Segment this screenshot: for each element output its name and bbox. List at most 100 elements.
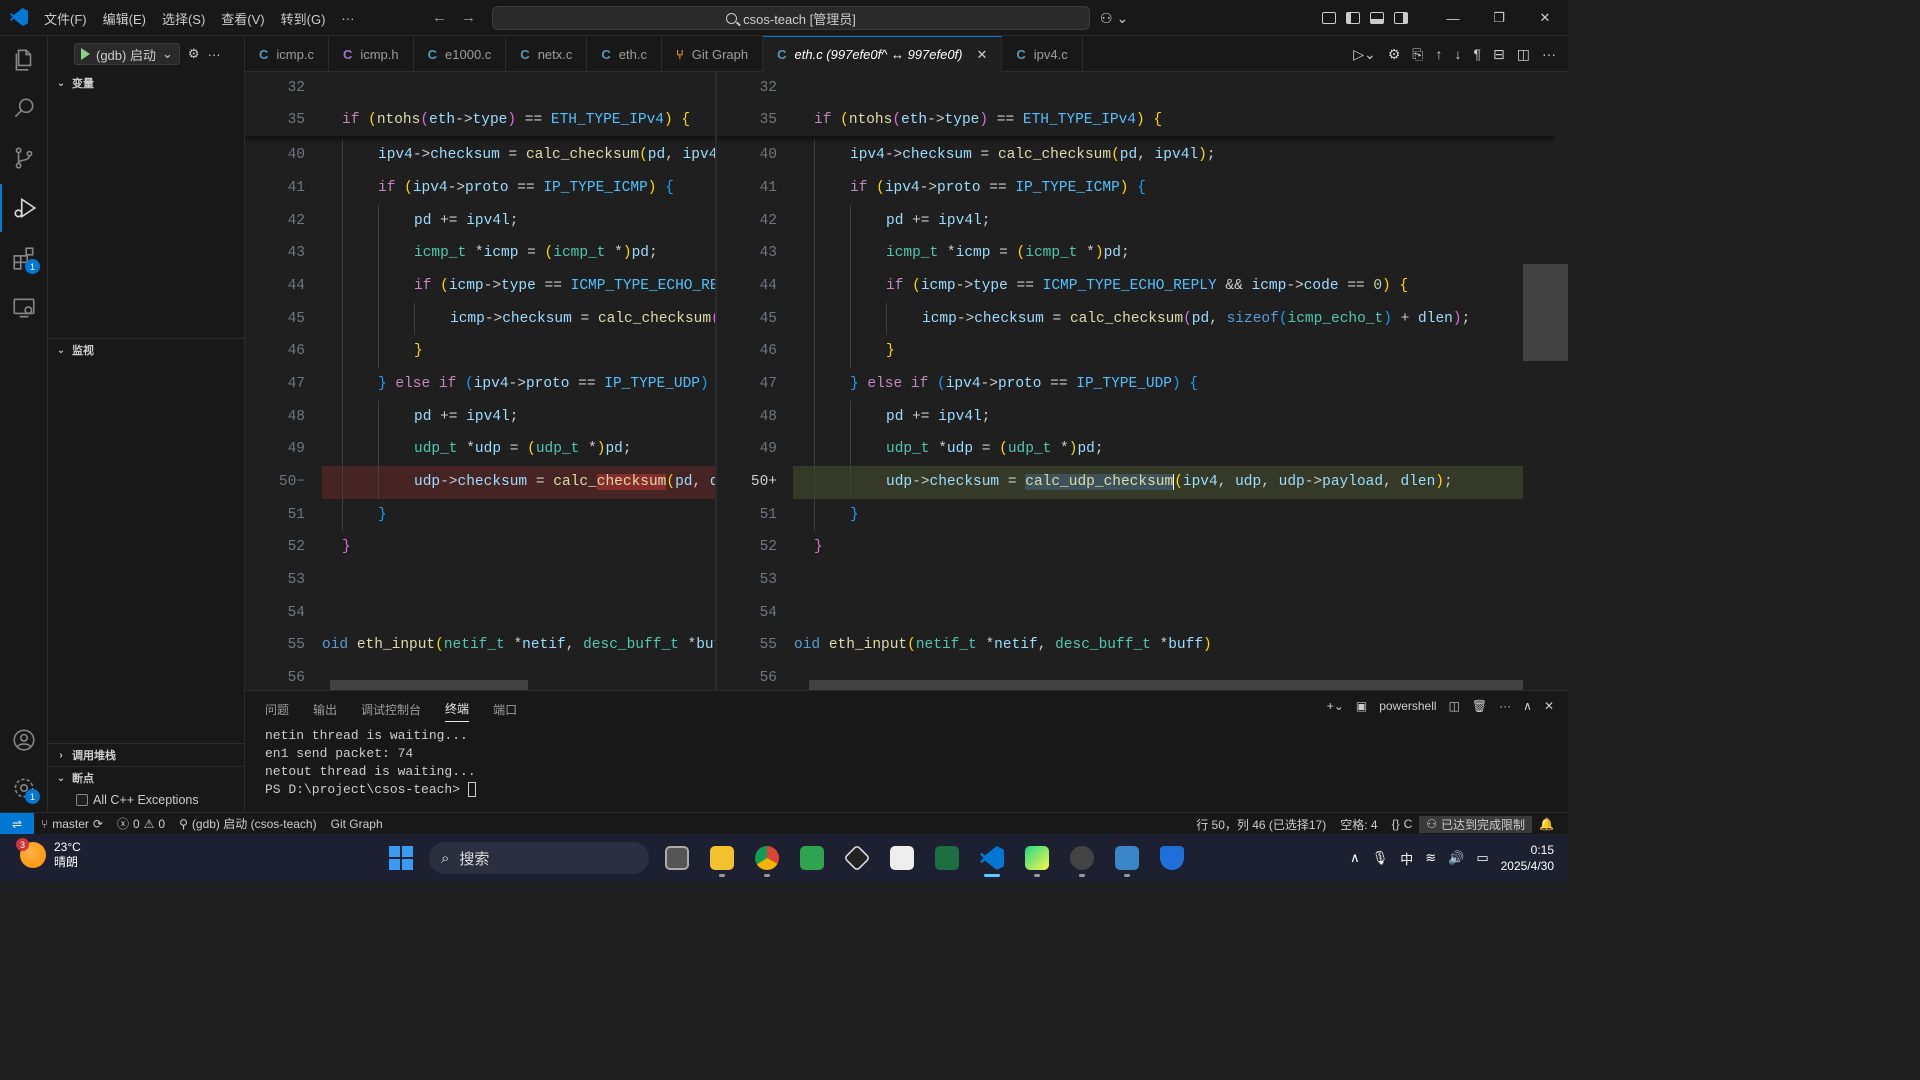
- close-window-icon[interactable]: ✕: [1522, 10, 1568, 26]
- variables-header[interactable]: ⌄ 变量: [48, 72, 245, 94]
- close-panel-icon[interactable]: ✕: [1544, 699, 1554, 713]
- volume-icon[interactable]: 🔊: [1448, 850, 1464, 866]
- microphone-icon[interactable]: 🎙: [1372, 850, 1389, 866]
- horizontal-scrollbar[interactable]: [330, 680, 528, 690]
- menu-edit[interactable]: 编辑(E): [95, 9, 154, 28]
- tab-git-graph[interactable]: ⑂ Git Graph: [662, 36, 764, 72]
- excel-icon[interactable]: [930, 838, 964, 878]
- new-terminal-icon[interactable]: +⌄: [1327, 699, 1344, 713]
- remote-explorer-icon[interactable]: [0, 284, 48, 332]
- indentation[interactable]: 空格: 4: [1333, 816, 1384, 833]
- toggle-sidebar-icon[interactable]: [1346, 12, 1360, 24]
- git-graph-status[interactable]: Git Graph: [324, 817, 390, 831]
- extensions-icon[interactable]: 1: [0, 234, 48, 282]
- pycharm-icon[interactable]: [1020, 838, 1054, 878]
- branch-status[interactable]: ⑂ master ⟳: [34, 817, 110, 831]
- minimize-icon[interactable]: —: [1430, 11, 1476, 26]
- diff-editor[interactable]: 35 if (ntohs(eth->type) == ETH_TYPE_IPv4)…: [245, 72, 1568, 690]
- search-view-icon[interactable]: [0, 84, 48, 132]
- notifications-bell-icon[interactable]: 🔔: [1532, 817, 1568, 831]
- diff-modified-pane[interactable]: 35 if (ntohs(eth->type) == ETH_TYPE_IPv4)…: [717, 72, 1554, 690]
- open-file-icon[interactable]: ⎘: [1412, 46, 1423, 63]
- tab-ports[interactable]: 端口: [493, 701, 517, 718]
- chevron-down-icon[interactable]: ⌄: [162, 46, 173, 62]
- weather-widget[interactable]: 3 23°C 晴朗: [16, 838, 81, 870]
- tab-debug-console[interactable]: 调试控制台: [361, 701, 421, 718]
- chat-app-icon[interactable]: [885, 838, 919, 878]
- next-change-icon[interactable]: ↓: [1455, 46, 1462, 62]
- close-tab-icon[interactable]: ✕: [977, 47, 988, 63]
- start-button[interactable]: [384, 838, 418, 878]
- tab-output[interactable]: 输出: [313, 701, 337, 718]
- debug-status[interactable]: ⚲ (gdb) 启动 (csos-teach): [172, 815, 324, 832]
- remote-indicator-icon[interactable]: ⇌: [0, 812, 34, 835]
- menu-file[interactable]: 文件(F): [36, 9, 95, 28]
- tab-ipv4-c[interactable]: Cipv4.c: [1002, 36, 1083, 72]
- watch-header[interactable]: ⌄ 监视: [48, 339, 245, 361]
- horizontal-scrollbar[interactable]: [809, 680, 1523, 690]
- customize-layout-icon[interactable]: [1322, 12, 1336, 24]
- settings-gear-icon[interactable]: ⚙: [1388, 46, 1401, 63]
- wifi-icon[interactable]: ≋: [1425, 850, 1436, 866]
- start-debug-button[interactable]: (gdb) 启动 ⌄: [74, 43, 180, 65]
- breakpoint-checkbox[interactable]: [76, 794, 88, 806]
- tab-problems[interactable]: 问题: [265, 701, 289, 718]
- clock[interactable]: 0:15 2025/4/30: [1501, 842, 1554, 874]
- previous-change-icon[interactable]: ↑: [1436, 46, 1443, 62]
- tab-icmp-c[interactable]: Cicmp.c: [245, 36, 329, 72]
- callstack-header[interactable]: › 调用堆栈: [48, 744, 245, 766]
- recorder-icon[interactable]: [1065, 838, 1099, 878]
- remote-desktop-icon[interactable]: [1110, 838, 1144, 878]
- explorer-icon[interactable]: [0, 36, 48, 84]
- breakpoint-item[interactable]: All C++ Exceptions: [48, 789, 245, 811]
- debug-settings-gear-icon[interactable]: ⚙: [188, 46, 200, 62]
- run-file-icon[interactable]: ▷⌄: [1353, 46, 1376, 63]
- menu-selection[interactable]: 选择(S): [154, 9, 213, 28]
- menu-view[interactable]: 查看(V): [213, 9, 272, 28]
- back-arrow-icon[interactable]: ←: [432, 9, 447, 26]
- account-icon[interactable]: [0, 716, 48, 764]
- overview-ruler[interactable]: [1523, 72, 1568, 690]
- chrome-icon[interactable]: [750, 838, 784, 878]
- menu-go[interactable]: 转到(G): [273, 9, 334, 28]
- task-view-icon[interactable]: [660, 838, 694, 878]
- terminal-output[interactable]: netin thread is waiting... en1 send pack…: [245, 727, 1568, 799]
- maximize-panel-icon[interactable]: ∧: [1523, 699, 1532, 713]
- tab-netx-c[interactable]: Cnetx.c: [506, 36, 588, 72]
- manage-gear-icon[interactable]: 1: [0, 764, 48, 812]
- tab-icmp-h[interactable]: Cicmp.h: [329, 36, 414, 72]
- toggle-panel-icon[interactable]: [1370, 12, 1384, 24]
- tab-e1000-c[interactable]: Ce1000.c: [414, 36, 507, 72]
- split-editor-icon[interactable]: ◫: [1517, 46, 1530, 63]
- trash-icon[interactable]: 🗑: [1472, 699, 1487, 713]
- vertical-scrollbar[interactable]: [1523, 264, 1568, 361]
- tab-terminal[interactable]: 终端: [445, 700, 470, 722]
- cursor-position[interactable]: 行 50，列 46 (已选择17): [1189, 816, 1333, 833]
- forward-arrow-icon[interactable]: →: [461, 9, 476, 26]
- more-actions-icon[interactable]: ···: [208, 47, 221, 62]
- tab-eth-c[interactable]: Ceth.c: [587, 36, 662, 72]
- copilot-icon[interactable]: ⚇ ⌄: [1100, 0, 1128, 36]
- sync-icon[interactable]: ⟳: [93, 817, 103, 831]
- breakpoints-header[interactable]: ⌄ 断点: [48, 767, 245, 789]
- source-control-icon[interactable]: [0, 134, 48, 182]
- toggle-secondary-sidebar-icon[interactable]: [1394, 12, 1408, 24]
- menu-more[interactable]: ···: [333, 11, 362, 26]
- tab-eth-c-diff[interactable]: Ceth.c (997efe0f^ ↔ 997efe0f) ✕: [763, 36, 1003, 72]
- run-debug-icon[interactable]: [0, 184, 48, 232]
- command-center[interactable]: csos-teach [管理员]: [492, 6, 1090, 30]
- terminal-shell-name[interactable]: powershell: [1379, 699, 1436, 713]
- inline-view-icon[interactable]: ⊟: [1493, 46, 1505, 63]
- battery-icon[interactable]: ▭: [1476, 850, 1488, 866]
- more-actions-icon[interactable]: ···: [1499, 699, 1511, 713]
- copilot-status[interactable]: ⚇ 已达到完成限制: [1419, 815, 1533, 833]
- unity-icon[interactable]: [840, 838, 874, 878]
- vscode-taskbar-icon[interactable]: [975, 838, 1009, 878]
- split-terminal-icon[interactable]: ◫: [1449, 699, 1460, 713]
- restore-icon[interactable]: ❐: [1476, 10, 1522, 26]
- security-shield-icon[interactable]: [1155, 838, 1189, 878]
- green-app-icon[interactable]: [795, 838, 829, 878]
- ime-indicator[interactable]: 中: [1400, 849, 1413, 868]
- tray-overflow-icon[interactable]: ∧: [1350, 850, 1360, 866]
- whitespace-icon[interactable]: ¶: [1474, 46, 1482, 62]
